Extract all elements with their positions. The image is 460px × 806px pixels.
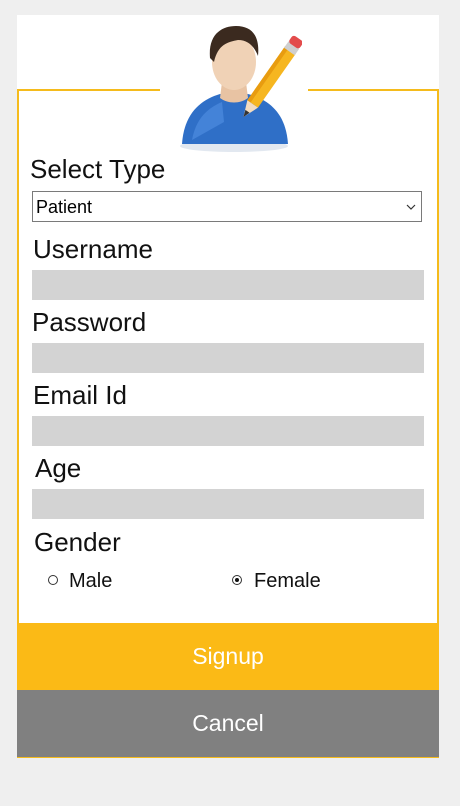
email-label: Email Id	[33, 380, 127, 410]
cancel-button[interactable]: Cancel	[17, 690, 439, 757]
signup-button[interactable]: Signup	[17, 623, 439, 690]
user-type-select[interactable]: Patient	[32, 191, 422, 222]
gender-male-radio[interactable]	[48, 575, 58, 585]
user-type-value: Patient	[36, 197, 93, 217]
age-label: Age	[35, 453, 82, 483]
select-type-label: Select Type	[30, 154, 166, 184]
gender-male-label[interactable]: Male	[69, 570, 112, 593]
email-input[interactable]	[32, 416, 424, 446]
username-label: Username	[33, 234, 153, 264]
gender-female-label[interactable]: Female	[254, 570, 321, 593]
gender-label: Gender	[34, 527, 121, 557]
password-input[interactable]	[32, 343, 424, 373]
age-input[interactable]	[32, 489, 424, 519]
user-edit-icon	[180, 26, 302, 152]
username-input[interactable]	[32, 270, 424, 300]
chevron-down-icon	[406, 204, 416, 210]
password-label: Password	[32, 307, 147, 337]
gender-female-radio[interactable]	[232, 575, 242, 585]
